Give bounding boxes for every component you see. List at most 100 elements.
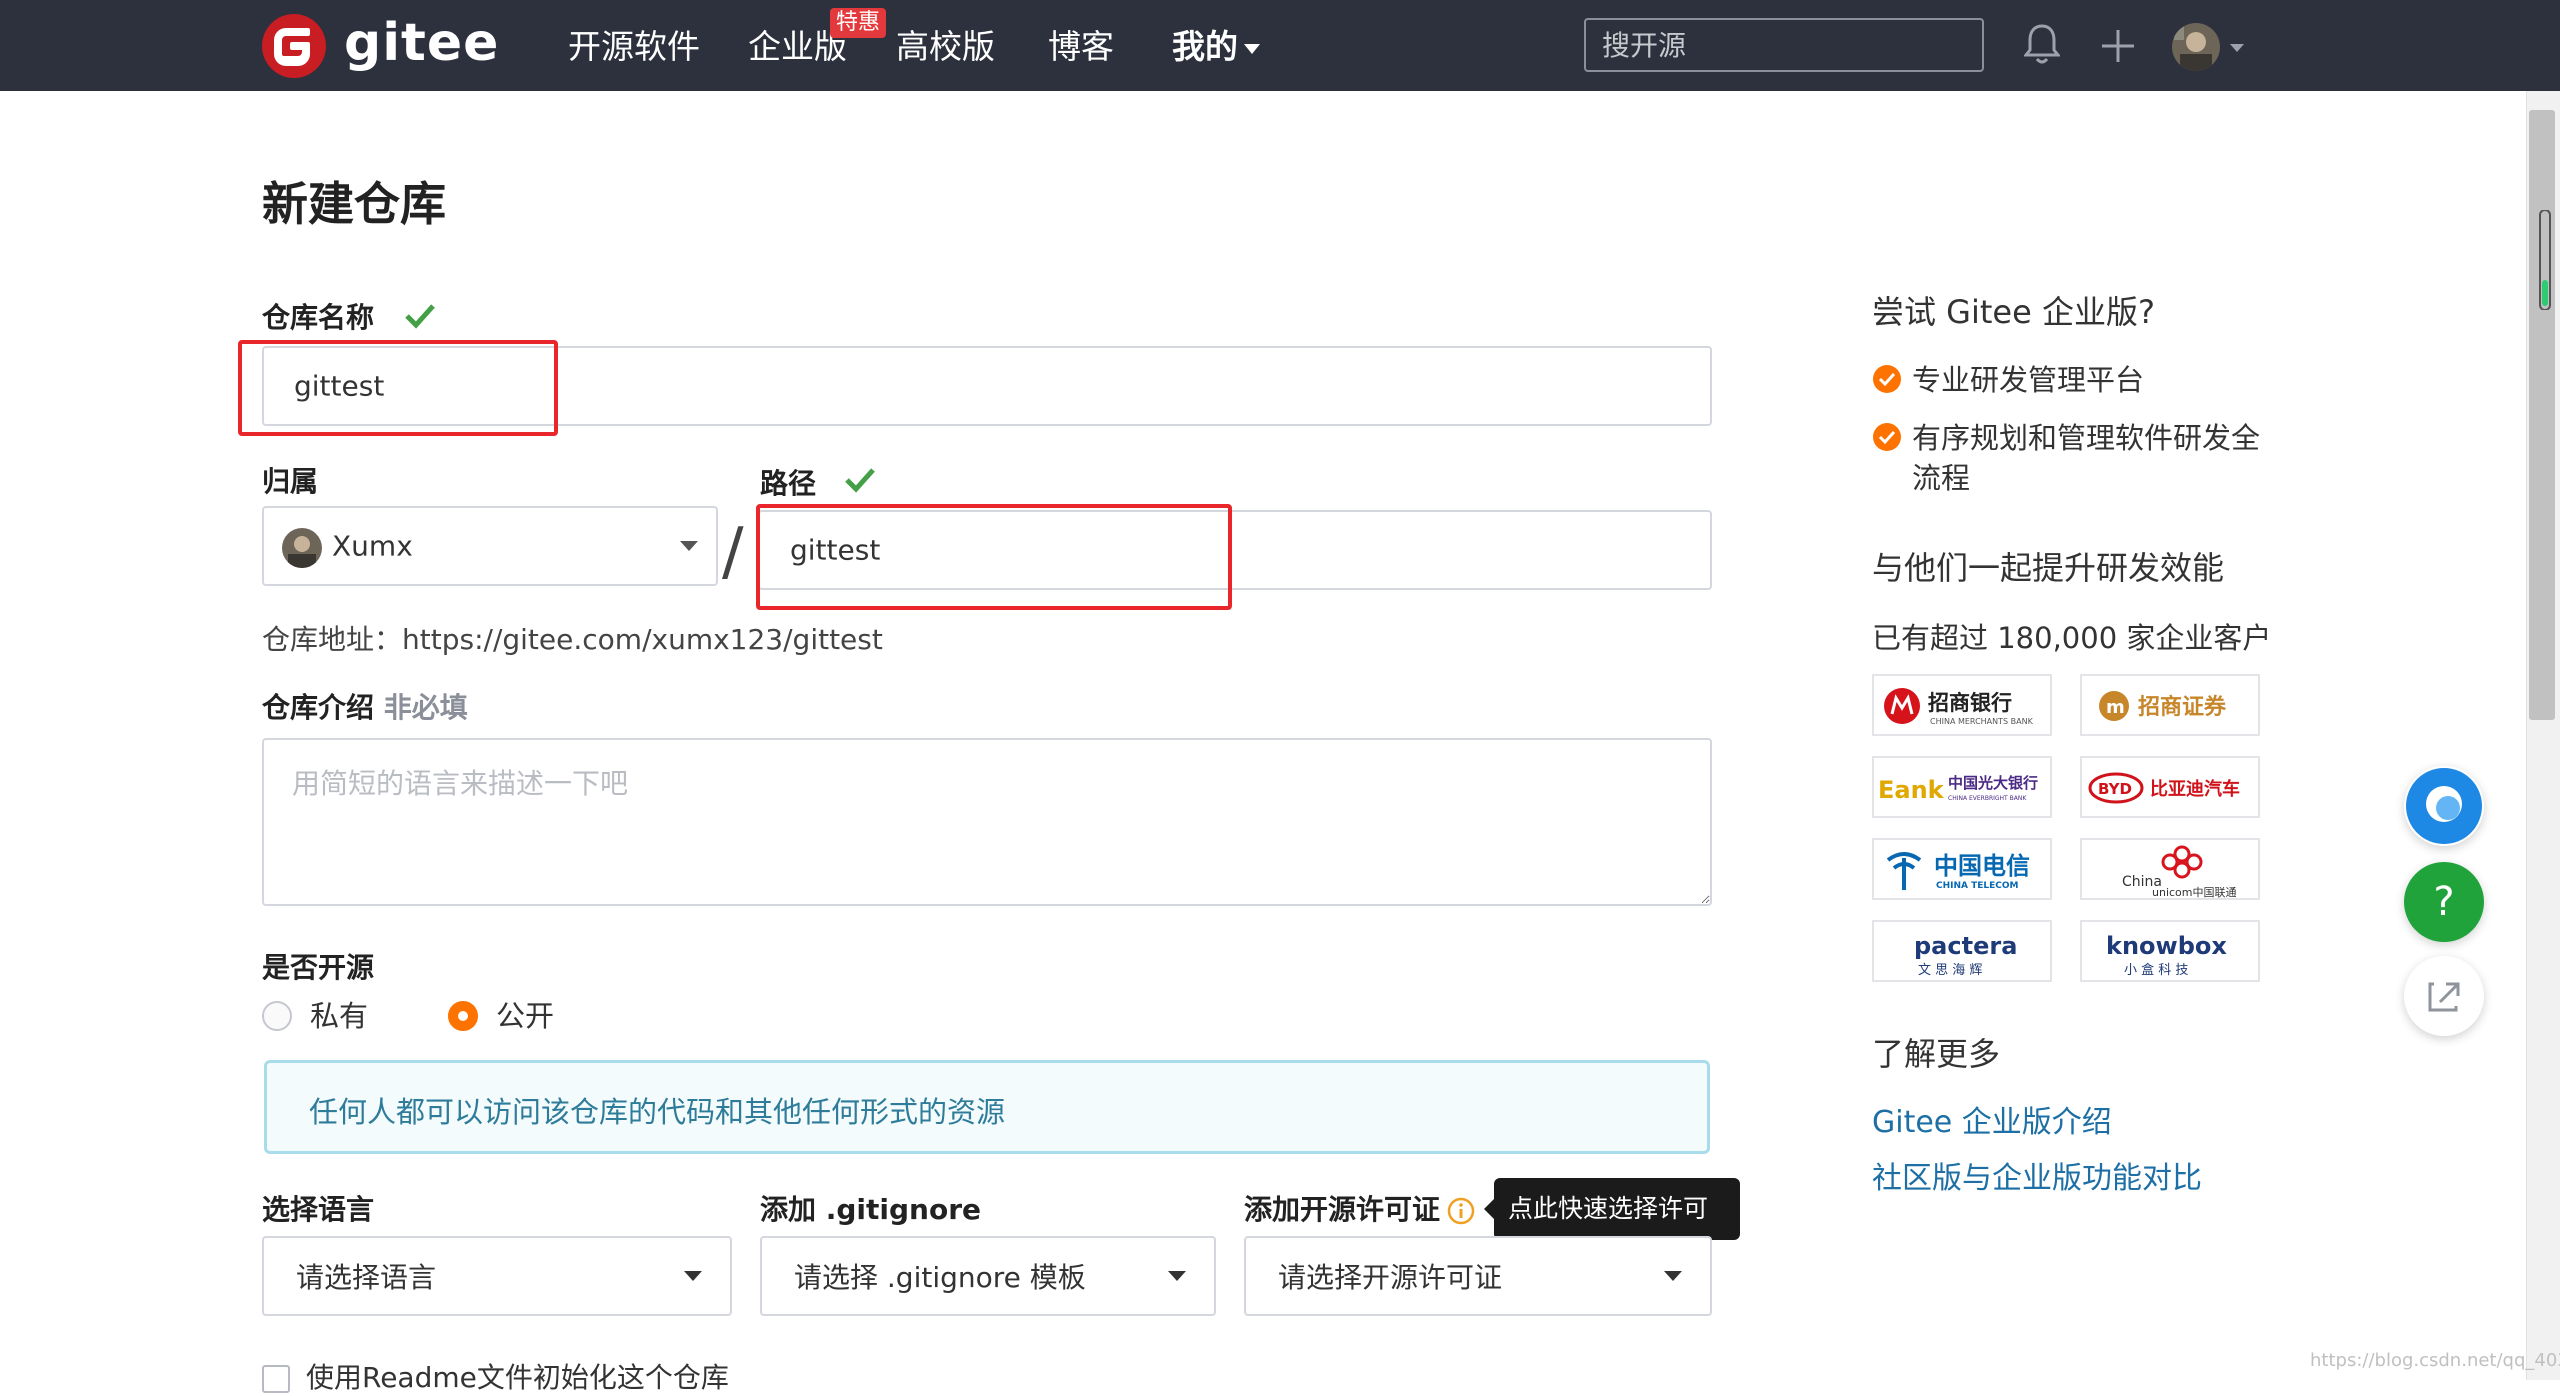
logo-knowbox: knowbox 小 盒 科 技 — [2080, 920, 2260, 982]
scroll-position-indicator — [2539, 210, 2551, 310]
public-radio-label[interactable]: 公开 — [496, 996, 554, 1036]
language-select[interactable]: 请选择语言 — [262, 1236, 732, 1316]
repo-url-label: 仓库地址： — [262, 623, 403, 656]
help-label: ? — [2433, 879, 2455, 925]
language-label: 选择语言 — [262, 1193, 375, 1226]
repo-name-input[interactable]: gittest — [262, 346, 1712, 426]
intro-label-row: 仓库介绍 非必填 — [262, 688, 468, 728]
logo-telecom: 中国电信 CHINA TELECOM — [1872, 838, 2052, 900]
license-select[interactable]: 请选择开源许可证 — [1244, 1236, 1712, 1316]
public-radio[interactable] — [448, 1001, 478, 1031]
check-circle-icon — [1873, 423, 1901, 451]
logo-pactera-image: pactera 文 思 海 辉 — [1914, 932, 2017, 978]
logo-unicom-image: China unicom中国联通 — [2122, 845, 2237, 898]
learn-more-heading: 了解更多 — [1872, 1035, 2001, 1073]
repo-url-value: https://gitee.com/xumx123/gittest — [402, 623, 883, 656]
owner-label: 归属 — [262, 465, 319, 498]
intro-label: 仓库介绍 — [262, 691, 375, 724]
nav-open-source[interactable]: 开源软件 — [568, 24, 700, 70]
feature-item: 专业研发管理平台 — [1912, 363, 2145, 397]
logo-knowbox-image: knowbox 小 盒 科 技 — [2106, 932, 2227, 978]
private-radio-label[interactable]: 私有 — [310, 996, 368, 1036]
public-info-message: 任何人都可以访问该仓库的代码和其他任何形式的资源 — [264, 1060, 1710, 1154]
edition-compare-link[interactable]: 社区版与企业版功能对比 — [1872, 1158, 2202, 1200]
readme-checkbox[interactable] — [262, 1365, 290, 1393]
chat-bubble-icon — [2406, 768, 2482, 844]
nav-mine[interactable]: 我的 — [1172, 24, 1260, 70]
together-heading: 与他们一起提升研发效能 — [1872, 549, 2225, 587]
customers-count-text: 已有超过 180,000 家企业客户 — [1872, 621, 2272, 655]
chat-float-button[interactable] — [2404, 766, 2484, 846]
enterprise-intro-link[interactable]: Gitee 企业版介绍 — [1872, 1102, 2112, 1144]
license-select-value: 请选择开源许可证 — [1278, 1261, 1503, 1294]
promo-badge: 特惠 — [830, 8, 887, 38]
path-input[interactable]: gittest — [758, 510, 1712, 590]
top-navbar: gitee 开源软件 企业版 特惠 高校版 博客 我的 — [0, 0, 2560, 91]
logo-pactera-en: pactera — [1914, 932, 2017, 960]
feature-item: 有序规划和管理软件研发全流程 — [1912, 421, 2261, 495]
license-tooltip: 点此快速选择许可证 — [1484, 1178, 1740, 1285]
user-avatar-menu[interactable] — [2172, 22, 2248, 76]
logo-telecom-cn: 中国电信 — [1934, 851, 2030, 880]
gitee-logo-icon[interactable] — [262, 14, 326, 78]
logo-ebank-word: Eank — [1878, 776, 1945, 804]
repo-name-value: gittest — [294, 369, 385, 403]
logo-cmb: 招商银行 CHINA MERCHANTS BANK — [1872, 674, 2052, 736]
logo-cms: m 招商证券 — [2080, 674, 2260, 736]
chevron-down-icon — [1664, 1271, 1682, 1281]
logo-cmb-cn: 招商银行 — [1928, 691, 2012, 715]
logo-ebank: Eank 中国光大银行 CHINA EVERBRIGHT BANK — [1872, 756, 2052, 818]
language-select-value: 请选择语言 — [296, 1261, 437, 1294]
chevron-down-icon — [680, 541, 698, 551]
info-icon[interactable] — [1446, 1196, 1476, 1226]
gitignore-label: 添加 .gitignore — [760, 1193, 982, 1226]
logo-cms-image: m 招商证券 — [2099, 691, 2227, 721]
path-separator: / — [722, 515, 744, 589]
external-link-icon — [2428, 982, 2460, 1012]
bell-icon[interactable] — [2024, 22, 2060, 66]
owner-avatar-icon — [282, 528, 322, 568]
watermark-text: https://blog.csdn.net/qq_4030... — [2310, 1350, 2560, 1371]
visibility-label: 是否开源 — [262, 951, 375, 984]
gitignore-select[interactable]: 请选择 .gitignore 模板 — [760, 1236, 1216, 1316]
readme-label: 使用Readme文件初始化这个仓库 — [306, 1361, 729, 1394]
help-float-button[interactable]: ? — [2404, 862, 2484, 942]
private-radio[interactable] — [262, 1001, 292, 1031]
check-circle-icon — [1873, 365, 1901, 393]
logo-cmb-image: 招商银行 CHINA MERCHANTS BANK — [1884, 688, 2034, 726]
repo-url-line: 仓库地址：https://gitee.com/xumx123/gittest — [262, 620, 883, 660]
avatar-icon — [2172, 23, 2244, 71]
nav-education[interactable]: 高校版 — [896, 24, 995, 70]
readme-option[interactable]: 使用Readme文件初始化这个仓库 — [262, 1356, 729, 1396]
nav-mine-label: 我的 — [1172, 27, 1238, 66]
intro-textarea[interactable] — [262, 738, 1712, 906]
logo-ebank-image: Eank 中国光大银行 CHINA EVERBRIGHT BANK — [1878, 774, 2038, 804]
search-input[interactable] — [1584, 18, 1984, 72]
chevron-down-icon — [1244, 43, 1260, 54]
chevron-down-icon — [1168, 1271, 1186, 1281]
brand-name[interactable]: gitee — [344, 8, 499, 78]
share-float-button[interactable] — [2404, 956, 2484, 1036]
logo-byd: BYD 比亚迪汽车 — [2080, 756, 2260, 818]
scrollbar-thumb[interactable] — [2529, 110, 2555, 720]
owner-value: Xumx — [332, 529, 413, 563]
logo-knowbox-en: knowbox — [2106, 932, 2227, 960]
nav-blog[interactable]: 博客 — [1048, 24, 1114, 70]
gitignore-select-value: 请选择 .gitignore 模板 — [794, 1261, 1086, 1294]
page-title: 新建仓库 — [262, 177, 446, 231]
repo-name-label: 仓库名称 — [262, 301, 375, 334]
check-icon — [845, 468, 875, 493]
intro-optional-tag: 非必填 — [383, 691, 468, 724]
logo-cms-cn: 招商证券 — [2138, 694, 2227, 720]
path-label: 路径 — [760, 467, 817, 500]
logo-pactera: pactera 文 思 海 辉 — [1872, 920, 2052, 982]
logo-knowbox-cn: 小 盒 科 技 — [2124, 962, 2188, 978]
logo-byd-cn: 比亚迪汽车 — [2150, 778, 2240, 800]
logo-unicom: China unicom中国联通 — [2080, 838, 2260, 900]
logo-telecom-image: 中国电信 CHINA TELECOM — [1886, 851, 2030, 891]
logo-ebank-cn: 中国光大银行 — [1948, 774, 2038, 792]
logo-pactera-cn: 文 思 海 辉 — [1918, 963, 1982, 978]
chevron-down-icon — [684, 1271, 702, 1281]
owner-select[interactable]: Xumx — [262, 506, 718, 586]
plus-icon[interactable] — [2100, 28, 2136, 64]
